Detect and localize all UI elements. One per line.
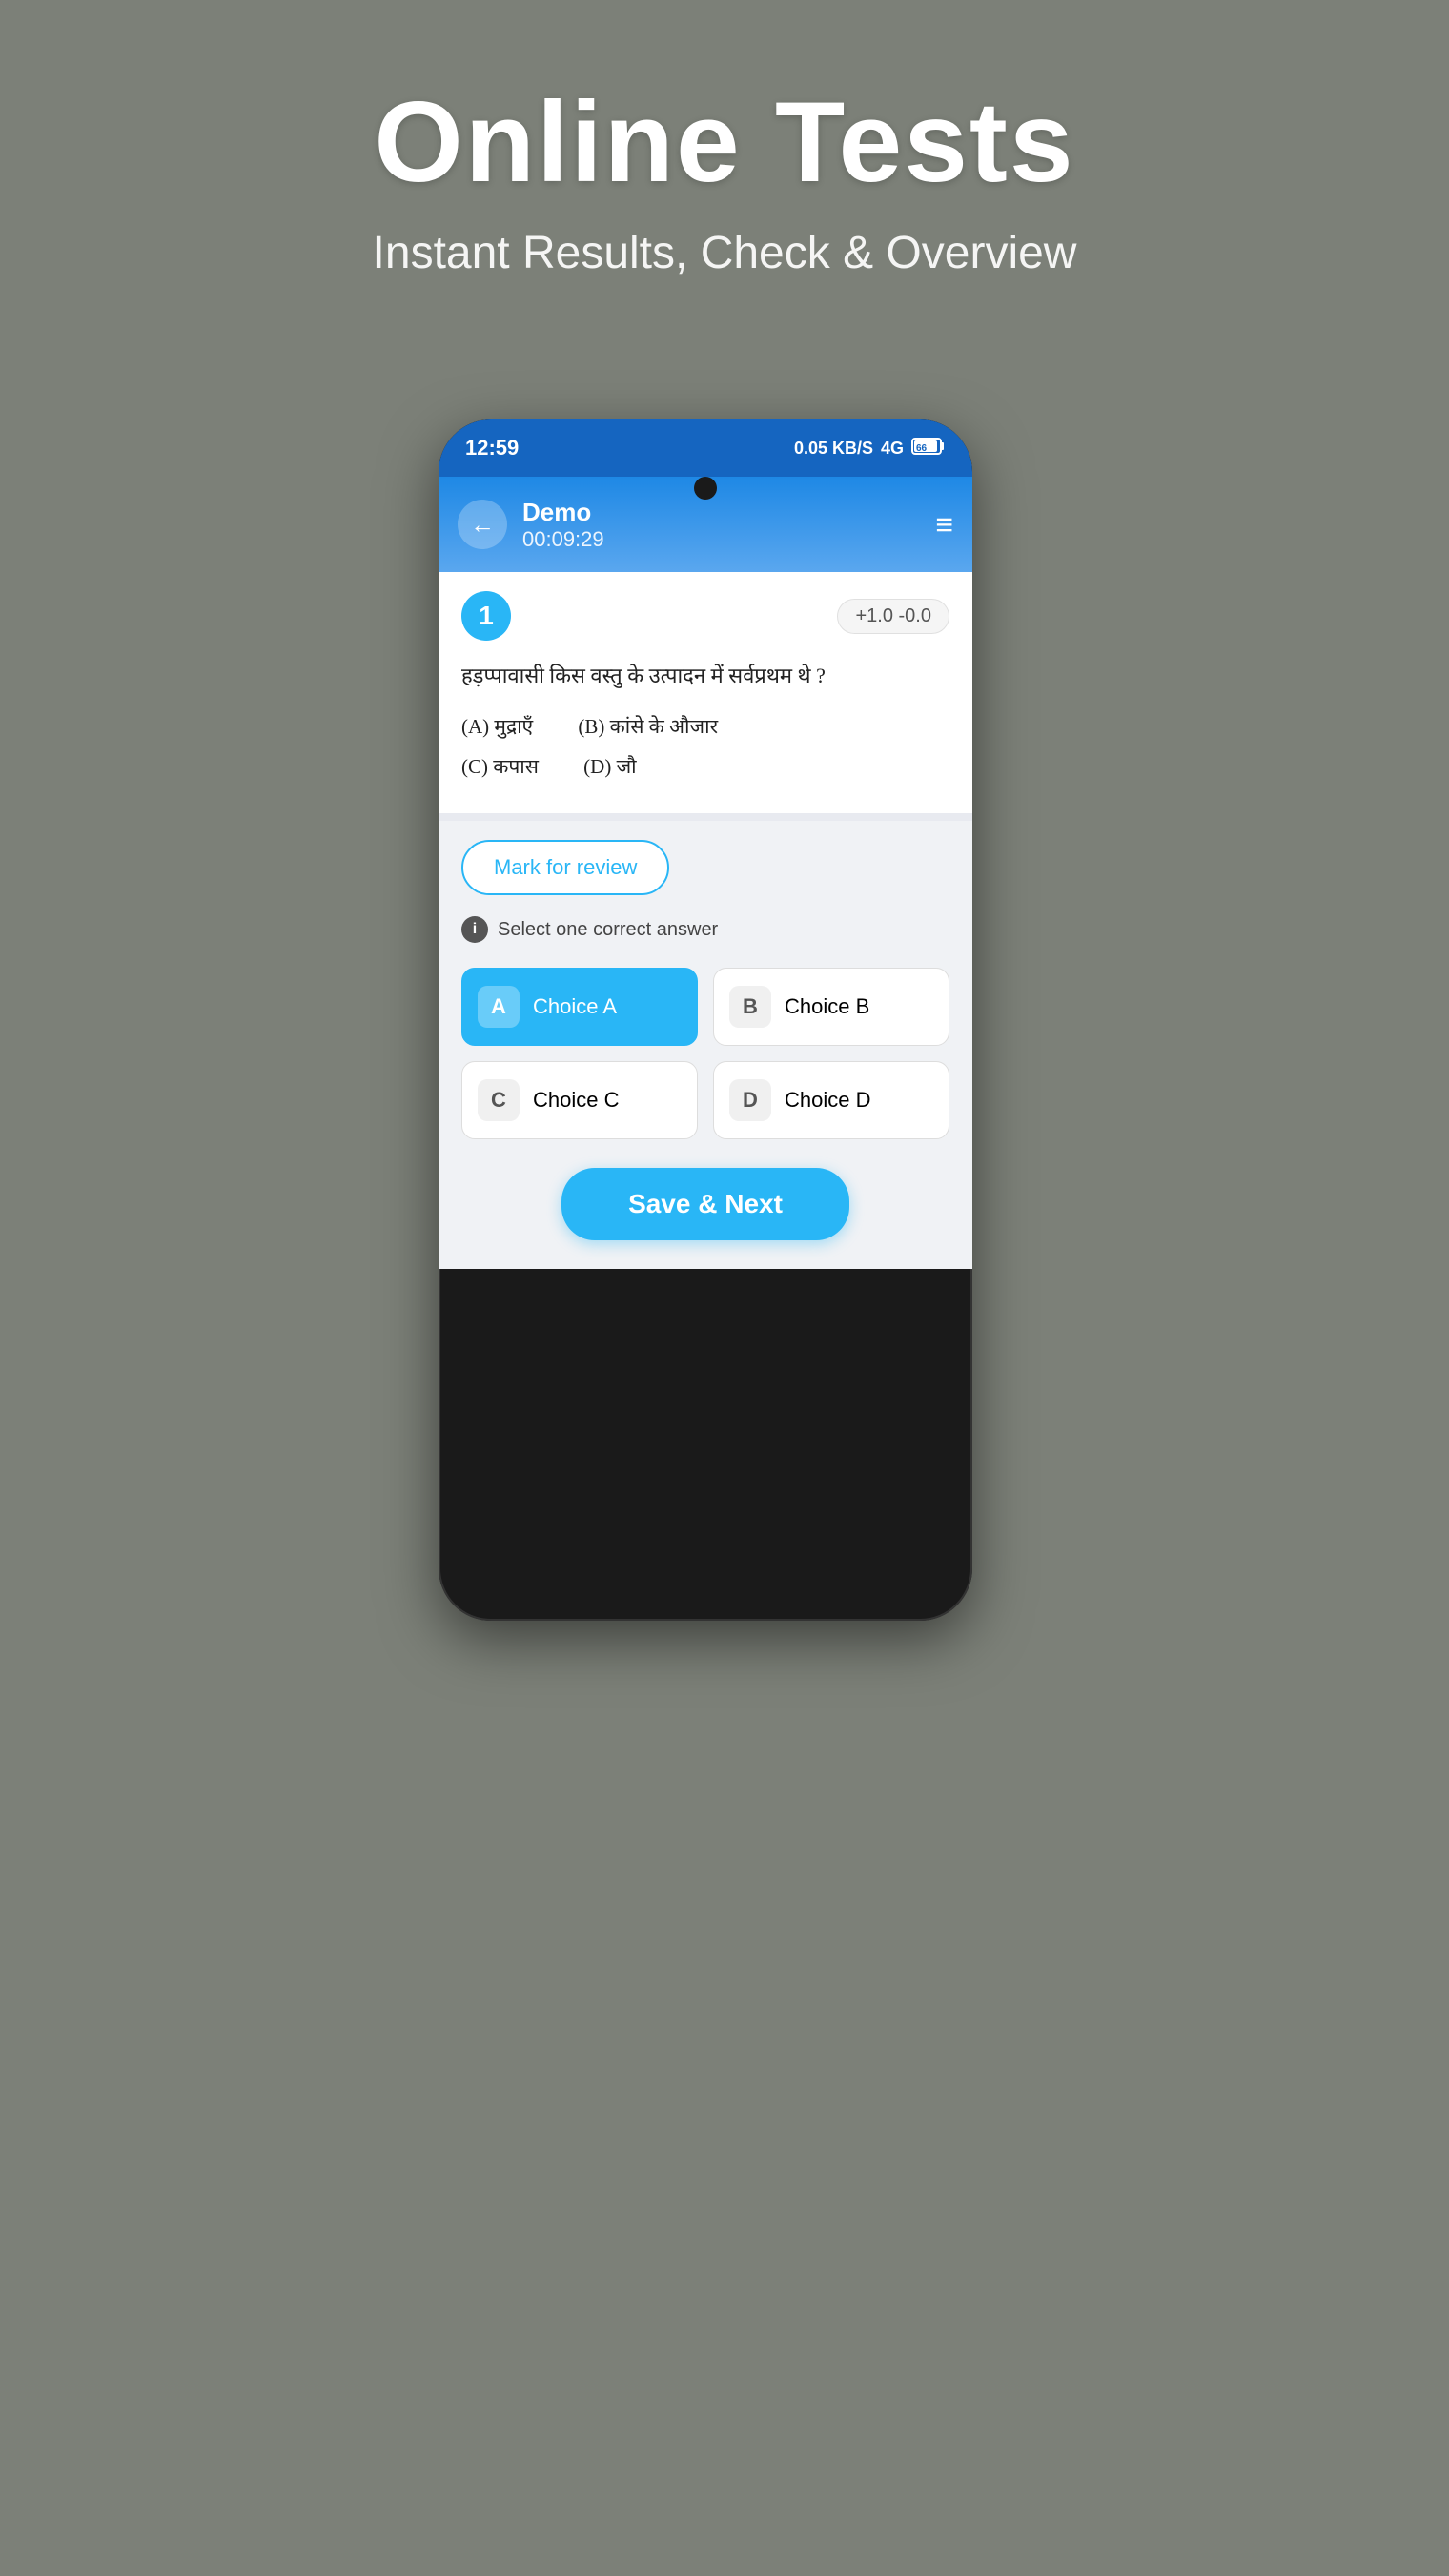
choice-b-button[interactable]: B Choice B bbox=[713, 968, 949, 1046]
choice-a-button[interactable]: A Choice A bbox=[461, 968, 698, 1046]
section-divider bbox=[439, 813, 972, 821]
score-badge: +1.0 -0.0 bbox=[837, 599, 949, 634]
back-button[interactable]: ← bbox=[458, 500, 507, 549]
choice-a-label: Choice A bbox=[533, 994, 617, 1019]
choice-b-label: Choice B bbox=[785, 994, 869, 1019]
phone-screen: 12:59 0.05 KB/S 4G 66 bbox=[439, 419, 972, 1621]
header-timer: 00:09:29 bbox=[522, 527, 935, 552]
phone-wrapper: 12:59 0.05 KB/S 4G 66 bbox=[391, 400, 1058, 1687]
choice-b-letter: B bbox=[729, 986, 771, 1028]
answer-section: Mark for review i Select one correct ans… bbox=[439, 821, 972, 1269]
choice-c-letter: C bbox=[478, 1079, 520, 1121]
camera-notch bbox=[694, 477, 717, 500]
menu-button[interactable]: ≡ bbox=[935, 507, 953, 542]
instruction-text: i Select one correct answer bbox=[461, 916, 949, 943]
question-number: 1 bbox=[461, 591, 511, 641]
header-info: Demo 00:09:29 bbox=[522, 498, 935, 552]
choice-d-letter: D bbox=[729, 1079, 771, 1121]
choice-c-button[interactable]: C Choice C bbox=[461, 1061, 698, 1139]
save-next-button[interactable]: Save & Next bbox=[561, 1168, 849, 1240]
page-subtitle: Instant Results, Check & Overview bbox=[0, 227, 1449, 279]
question-text: हड़प्पावासी किस वस्तु के उत्पादन में सर्… bbox=[461, 658, 949, 787]
status-right: 0.05 KB/S 4G 66 bbox=[794, 437, 946, 460]
info-icon: i bbox=[461, 916, 488, 943]
mark-review-button[interactable]: Mark for review bbox=[461, 840, 669, 895]
network-speed: 0.05 KB/S bbox=[794, 439, 873, 459]
svg-text:66: 66 bbox=[916, 443, 928, 454]
choice-d-button[interactable]: D Choice D bbox=[713, 1061, 949, 1139]
question-header: 1 +1.0 -0.0 bbox=[461, 591, 949, 641]
page-title: Online Tests bbox=[0, 76, 1449, 208]
battery-level: 66 bbox=[911, 437, 946, 460]
title-area: Online Tests Instant Results, Check & Ov… bbox=[0, 76, 1449, 279]
phone-device: 12:59 0.05 KB/S 4G 66 bbox=[439, 419, 972, 1621]
question-area: 1 +1.0 -0.0 हड़प्पावासी किस वस्तु के उत्… bbox=[439, 572, 972, 813]
choice-a-letter: A bbox=[478, 986, 520, 1028]
choice-c-label: Choice C bbox=[533, 1088, 619, 1113]
choice-d-label: Choice D bbox=[785, 1088, 870, 1113]
status-time: 12:59 bbox=[465, 436, 519, 460]
question-options: (A) मुद्राएँ (B) कांसे के औजार (C) कपास … bbox=[461, 706, 949, 787]
choices-grid: A Choice A B Choice B C Choice C D Choic… bbox=[461, 968, 949, 1139]
header-title: Demo bbox=[522, 498, 935, 527]
network-type: 4G bbox=[881, 439, 904, 459]
status-bar: 12:59 0.05 KB/S 4G 66 bbox=[439, 419, 972, 477]
